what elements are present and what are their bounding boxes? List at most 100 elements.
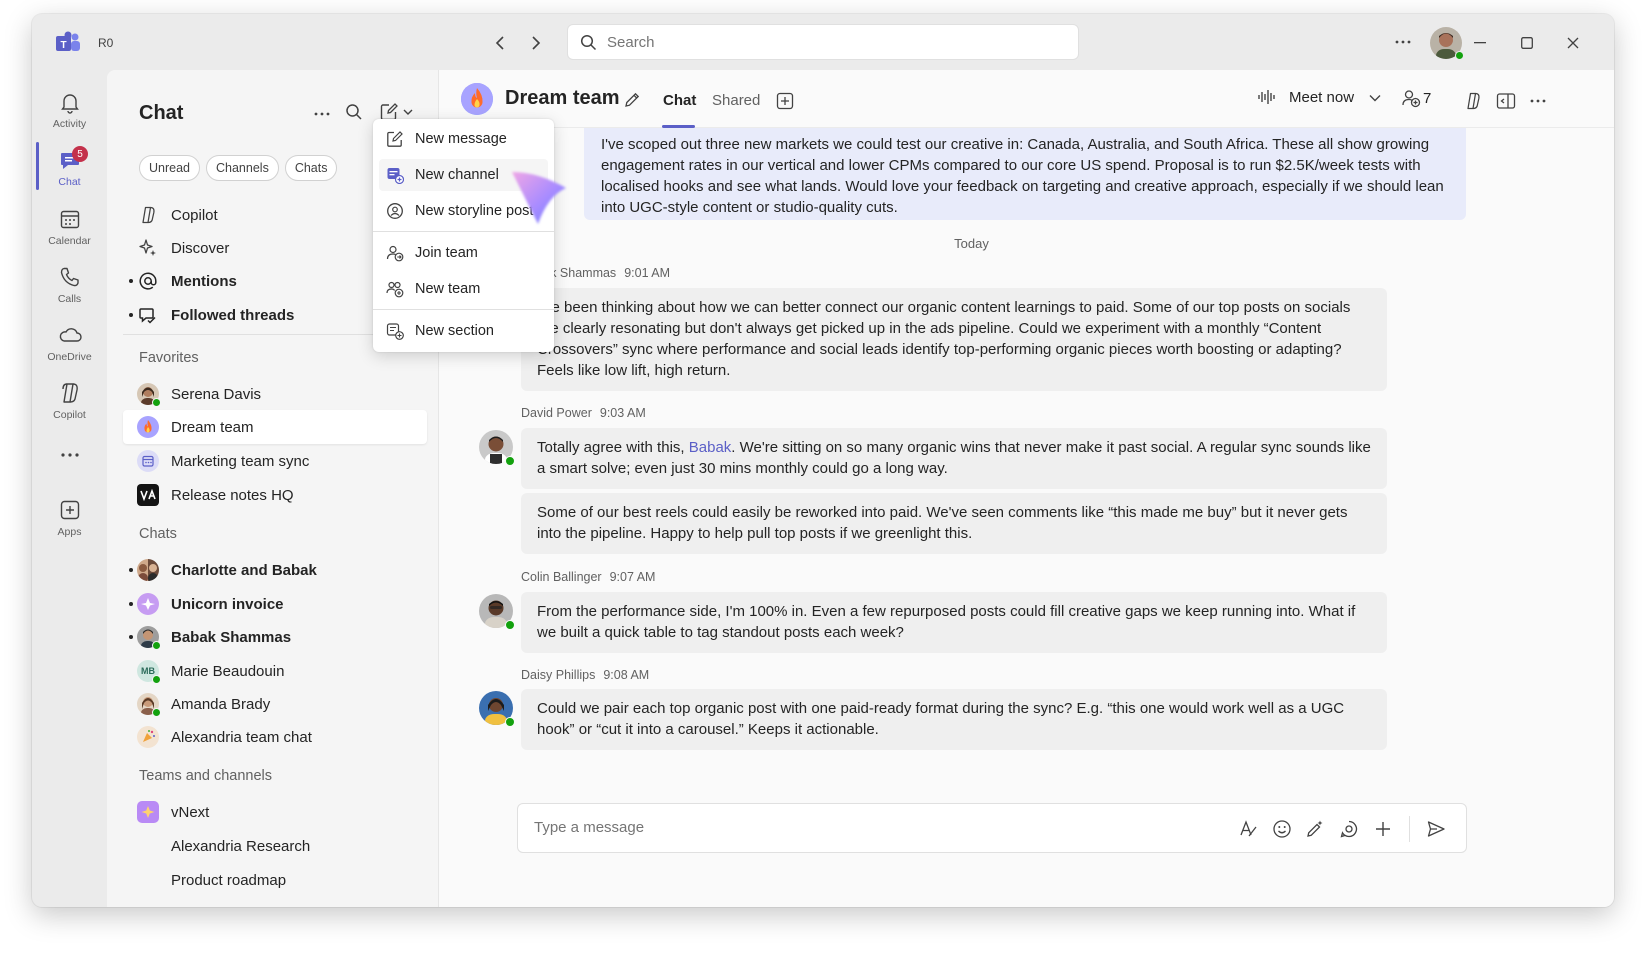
rail-item-apps[interactable]: Apps [32, 498, 107, 538]
join-team-icon [385, 243, 405, 263]
message-author[interactable]: Daisy Phillips [521, 668, 595, 682]
message-author[interactable]: David Power [521, 406, 592, 420]
list-item-vnext[interactable]: vNext [123, 795, 427, 829]
message-input[interactable] [534, 819, 1134, 836]
search-icon[interactable] [345, 103, 363, 121]
filter-chats[interactable]: Chats [284, 155, 338, 181]
filter-unread[interactable]: Unread [139, 155, 200, 181]
close-icon[interactable] [1561, 31, 1585, 55]
section-favorites[interactable]: Favorites [139, 350, 199, 366]
list-item-marketing-team-sync[interactable]: Marketing team sync [123, 444, 427, 478]
message-bubble[interactable]: From the performance side, I'm 100% in. … [521, 592, 1387, 653]
back-arrow-icon[interactable] [490, 32, 512, 54]
org-badge[interactable]: R0 [98, 36, 113, 50]
rail-item-calendar[interactable]: Calendar [32, 207, 107, 247]
menu-separator [373, 231, 554, 232]
apps-plus-icon [58, 498, 82, 522]
list-item-alexandria-research[interactable]: Alexandria Research [123, 829, 427, 863]
mention-link[interactable]: Babak [689, 439, 732, 456]
add-icon[interactable] [1371, 817, 1395, 841]
unread-dot [129, 635, 133, 639]
sparkle-icon [137, 237, 159, 259]
list-item-alexandria-team-chat[interactable]: Alexandria team chat [123, 720, 427, 754]
user-avatar[interactable] [1430, 27, 1464, 60]
send-icon[interactable] [1424, 817, 1448, 841]
composer-divider [1409, 816, 1410, 842]
list-item-release-notes-hq[interactable]: Release notes HQ [123, 478, 427, 512]
cloud-icon [57, 323, 83, 347]
message-bubble[interactable]: I've been thinking about how we can bett… [521, 288, 1387, 391]
unread-dot [129, 279, 133, 283]
format-text-icon[interactable] [1236, 817, 1260, 841]
teams-window: T R0 Search Activity 5 Chat Calendar Cal… [32, 14, 1614, 907]
menu-item-new-section[interactable]: New section [379, 315, 548, 347]
copilot-icon[interactable] [1462, 91, 1484, 111]
list-item-label: Followed threads [171, 306, 295, 324]
avatar [137, 693, 161, 717]
avatar[interactable] [479, 430, 515, 466]
meet-now-button[interactable]: Meet now [1257, 88, 1354, 106]
emoji-icon[interactable] [1270, 817, 1294, 841]
copilot-icon [58, 381, 82, 405]
rail-item-calls[interactable]: Calls [32, 265, 107, 305]
more-apps-icon[interactable] [32, 452, 107, 458]
avatar[interactable] [479, 691, 515, 727]
menu-item-join-team[interactable]: Join team [379, 237, 548, 269]
message-bubble[interactable]: Some of our best reels could easily be r… [521, 493, 1387, 554]
rail-item-activity[interactable]: Activity [32, 90, 107, 130]
message-author[interactable]: Colin Ballinger [521, 570, 602, 584]
rail-item-copilot[interactable]: Copilot [32, 381, 107, 421]
list-item-serena-davis[interactable]: Serena Davis [123, 377, 427, 411]
list-item-label: Alexandria team chat [171, 728, 312, 746]
app-rail: Activity 5 Chat Calendar Calls OneDrive … [32, 70, 107, 907]
section-teams-and-channels[interactable]: Teams and channels [139, 768, 272, 784]
team-avatar [137, 801, 159, 823]
chevron-down-icon[interactable] [1369, 94, 1381, 102]
more-options-icon[interactable] [313, 105, 331, 123]
filter-channels[interactable]: Channels [206, 155, 279, 181]
participants-button[interactable]: 7 [1401, 88, 1431, 108]
list-item-label: Alexandria Research [171, 837, 311, 855]
dream-team-avatar[interactable] [461, 83, 493, 115]
avatar[interactable] [479, 594, 515, 630]
message-bubble[interactable]: Could we pair each top organic post with… [521, 689, 1387, 750]
edit-pencil-icon[interactable] [623, 91, 641, 109]
add-tab-icon[interactable] [776, 92, 794, 110]
minimize-icon[interactable] [1468, 31, 1492, 55]
more-options-icon[interactable] [1394, 33, 1412, 51]
compose-dropdown-menu: New message New channel New storyline po… [373, 119, 554, 352]
list-item-babak-shammas[interactable]: Babak Shammas [123, 620, 427, 654]
unread-dot [129, 313, 133, 317]
new-team-icon [385, 279, 405, 299]
forward-arrow-icon[interactable] [524, 32, 546, 54]
list-item-unicorn-invoice[interactable]: Unicorn invoice [123, 587, 427, 621]
presence-available-icon [505, 717, 515, 727]
side-panel-icon[interactable] [1496, 92, 1516, 110]
copilot-icon [137, 204, 159, 226]
list-item-marie-beaudouin[interactable]: MB Marie Beaudouin [123, 654, 427, 688]
list-item-charlotte-and-babak[interactable]: Charlotte and Babak [123, 553, 427, 587]
loop-icon[interactable] [1337, 817, 1361, 841]
tab-chat[interactable]: Chat [663, 92, 696, 109]
message-bubble[interactable]: Totally agree with this, Babak. We're si… [521, 428, 1387, 489]
list-item-product-roadmap[interactable]: Product roadmap [123, 863, 427, 897]
own-message-bubble[interactable]: I've scoped out three new markets we cou… [584, 128, 1466, 220]
menu-item-new-message[interactable]: New message [379, 123, 548, 155]
maximize-icon[interactable] [1515, 31, 1539, 55]
conversation-header: Dream team Chat Shared Meet now 7 [439, 70, 1614, 128]
conversation-title: Dream team [505, 87, 620, 109]
section-chats[interactable]: Chats [139, 526, 177, 542]
menu-item-new-team[interactable]: New team [379, 273, 548, 305]
tab-shared[interactable]: Shared [712, 92, 760, 109]
rail-item-chat[interactable]: 5 Chat [32, 146, 107, 188]
avatar [137, 626, 161, 650]
search-box[interactable] [567, 24, 1079, 60]
search-input[interactable] [607, 33, 1047, 51]
meet-now-label: Meet now [1289, 88, 1355, 106]
list-item-dream-team[interactable]: Dream team [123, 410, 427, 444]
teams-logo-icon[interactable]: T [54, 31, 82, 55]
copilot-compose-icon[interactable] [1303, 817, 1327, 841]
rail-item-onedrive[interactable]: OneDrive [32, 323, 107, 363]
list-item-amanda-brady[interactable]: Amanda Brady [123, 687, 427, 721]
more-options-icon[interactable] [1529, 94, 1547, 108]
